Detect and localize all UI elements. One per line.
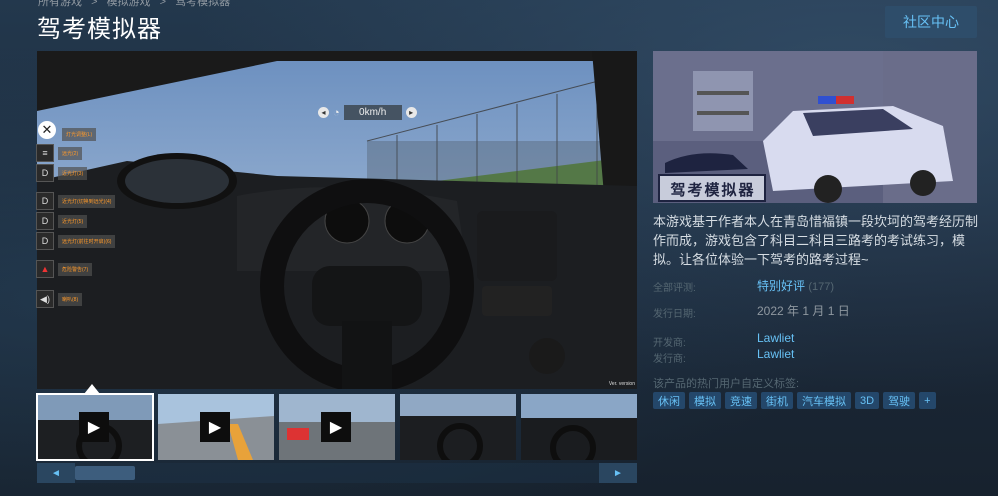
tag[interactable]: 街机 <box>761 392 793 409</box>
menu-item-label: 远光灯(前往时开启)(6) <box>58 234 116 248</box>
breadcrumb-separator: > <box>159 0 167 8</box>
thumbnail-image <box>400 394 516 460</box>
community-hub-button[interactable]: 社区中心 <box>885 6 977 38</box>
version-text: Ver. version <box>608 381 635 387</box>
publisher-link[interactable]: Lawliet <box>757 347 794 361</box>
game-control-menu: 灯光调整(L) ≡ 远光(2) D 近光灯(3) D 近光灯(切换到远光)(4) D近… <box>36 120 118 310</box>
page-title: 驾考模拟器 <box>37 15 162 43</box>
menu-item[interactable]: D 近光灯(切换到远光)(4) <box>36 192 116 210</box>
tag[interactable]: 3D <box>855 392 880 409</box>
speed-right-icon[interactable]: ▸ <box>405 107 417 118</box>
menu-item[interactable]: D 远光灯(前往时开启)(6) <box>36 232 116 250</box>
menu-item-label: 近光灯(5) <box>58 214 88 228</box>
thumbnail-scrollbar[interactable]: ◄ ► <box>37 463 637 483</box>
play-icon: ▶ <box>200 412 230 442</box>
breadcrumb-sim-games[interactable]: 模拟游戏 <box>107 0 151 8</box>
breadcrumb-current[interactable]: 驾考模拟器 <box>175 0 230 8</box>
thumbnail[interactable]: ▶ <box>36 393 154 461</box>
reviews-summary[interactable]: 特别好评 (177) <box>757 277 834 294</box>
speedometer: ◂ ◔ 0km/h ▸ <box>318 104 430 121</box>
tag[interactable]: 休闲 <box>653 392 685 409</box>
breadcrumb-separator: > <box>91 0 98 8</box>
menu-item-label: 近光灯(切换到远光)(4) <box>58 194 116 208</box>
menu-item[interactable]: D 近光灯(5) <box>36 212 88 230</box>
scroll-left-button[interactable]: ◄ <box>37 463 75 483</box>
menu-item[interactable]: D 近光灯(3) <box>36 164 88 182</box>
tag[interactable]: 汽车模拟 <box>797 392 851 409</box>
thumbnail[interactable]: ▶ <box>158 394 274 460</box>
reviews-count: (177) <box>808 281 835 293</box>
play-icon: ▶ <box>321 412 351 442</box>
tag[interactable]: 驾驶 <box>883 392 916 409</box>
tags-label: 该产品的热门用户自定义标签: <box>653 378 800 390</box>
selected-thumb-indicator <box>84 384 100 394</box>
thumbnail-strip: ▶ ▶ ▶ <box>36 393 637 461</box>
hazard-icon: ▲ <box>36 260 54 278</box>
reviews-value[interactable]: 特别好评 <box>757 279 805 293</box>
breadcrumb-all-games[interactable]: 所有游戏 <box>38 0 82 8</box>
menu-item[interactable]: ▲ 危险警告(7) <box>36 260 93 278</box>
horn-icon: ◀) <box>36 290 54 308</box>
menu-item-label: 喇叭(8) <box>58 292 83 306</box>
lowbeam-icon: D <box>36 212 54 230</box>
add-tag-button[interactable]: + <box>919 392 936 409</box>
reviews-label: 全部评测: <box>653 283 696 294</box>
capsule-title: 驾考模拟器 <box>670 181 756 199</box>
menu-item[interactable]: ◀) 喇叭(8) <box>36 290 83 308</box>
play-icon: ▶ <box>79 412 109 442</box>
menu-item-label: 灯光调整(L) <box>62 128 97 141</box>
headlight-icon: ≡ <box>36 144 54 162</box>
main-video-player[interactable]: ◂ ◔ 0km/h ▸ Ver. version <box>37 51 637 389</box>
release-date: 2022 年 1 月 1 日 <box>757 304 850 318</box>
breadcrumb: 所有游戏 > 模拟游戏 > 驾考模拟器 <box>38 0 236 9</box>
menu-item-label: 远光(2) <box>58 146 83 160</box>
gauge-icon: ◔ <box>333 106 340 119</box>
game-description: 本游戏基于作者本人在青岛惜福镇一段坎坷的驾考经历制作而成，游戏包含了科目二科目三… <box>653 214 979 267</box>
scroll-handle[interactable] <box>75 466 135 480</box>
thumbnail-image <box>521 394 637 460</box>
tag[interactable]: 竞速 <box>725 392 757 409</box>
thumbnail[interactable]: ▶ <box>279 394 395 460</box>
beam-switch-icon: D <box>36 192 54 210</box>
menu-item[interactable]: 灯光调整(L) <box>58 128 97 141</box>
speed-readout: 0km/h <box>343 105 402 120</box>
menu-item-label: 近光灯(3) <box>58 166 88 180</box>
tag-list: 休闲 模拟 竞速 街机 汽车模拟 3D 驾驶 + <box>653 392 936 409</box>
thumbnail[interactable] <box>521 394 637 460</box>
publisher-label: 发行商: <box>653 354 686 365</box>
menu-item-label: 危险警告(7) <box>58 262 93 276</box>
release-label: 发行日期: <box>653 309 696 320</box>
highbeam-icon: D <box>36 232 54 250</box>
tag[interactable]: 模拟 <box>689 392 721 409</box>
developer-label: 开发商: <box>653 338 686 349</box>
speed-left-icon[interactable]: ◂ <box>318 107 329 118</box>
menu-item[interactable]: ≡ 远光(2) <box>36 144 83 162</box>
lowbeam-icon: D <box>36 164 54 182</box>
scroll-right-button[interactable]: ► <box>599 463 637 483</box>
developer-link[interactable]: Lawliet <box>757 331 794 345</box>
thumbnail[interactable] <box>400 394 516 460</box>
header-capsule-image: 驾考模拟器 <box>653 51 977 203</box>
cockpit-scene <box>37 51 637 389</box>
